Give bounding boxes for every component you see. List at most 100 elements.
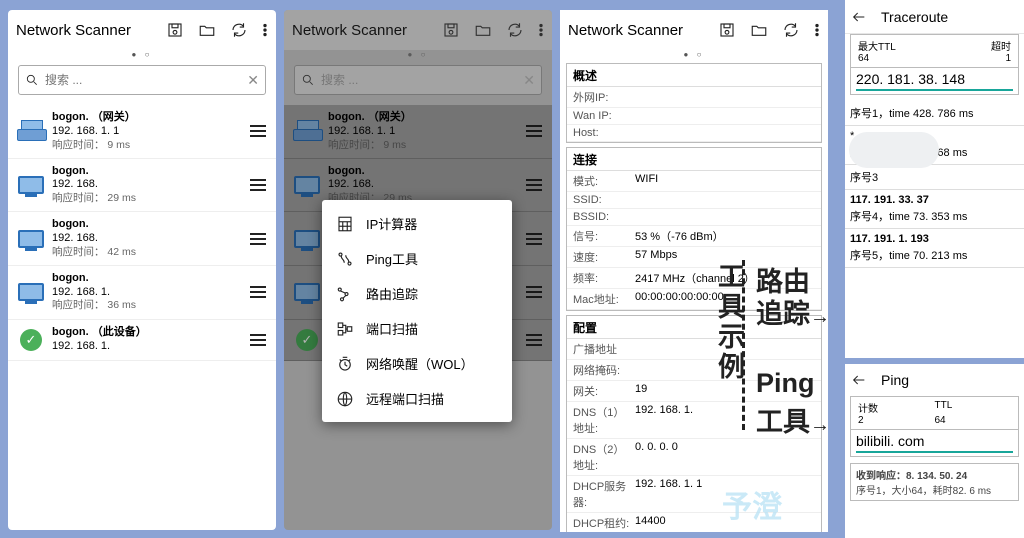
ping-icon — [336, 250, 354, 268]
save-icon[interactable] — [442, 21, 460, 39]
menu-label: 网络唤醒（WOL） — [366, 354, 474, 373]
refresh-icon[interactable] — [506, 21, 524, 39]
section-header: 概述 — [567, 64, 821, 87]
device-text: bogon. （网关）192. 168. 1. 1响应时间： 9 ms — [328, 111, 526, 152]
folder-icon[interactable] — [474, 21, 492, 39]
detail-key: 外网IP: — [573, 89, 635, 105]
device-text: bogon.192. 168.响应时间： 29 ms — [52, 165, 250, 206]
device-row[interactable]: ✓bogon. （此设备）192. 168. 1. — [8, 320, 276, 361]
tools-popup: IP计算器Ping工具路由追踪端口扫描网络唤醒（WOL） 远程端口扫描 — [322, 200, 512, 422]
hamburger-icon[interactable] — [250, 233, 266, 245]
device-row[interactable]: bogon.192. 168.响应时间： 42 ms — [8, 212, 276, 266]
search-input[interactable] — [45, 73, 247, 87]
detail-key: 广播地址 — [573, 341, 635, 357]
hop-row: 序号3 — [845, 165, 1024, 190]
host-value[interactable]: bilibili. com — [856, 433, 1013, 453]
device-icon — [16, 171, 46, 199]
overflow-icon[interactable] — [814, 21, 820, 39]
device-row[interactable]: bogon. （网关）192. 168. 1. 1响应时间： 9 ms — [284, 105, 552, 159]
device-icon: ✓ — [16, 326, 46, 354]
menu-item[interactable]: IP计算器 — [322, 206, 512, 241]
menu-item[interactable]: 路由追踪 — [322, 276, 512, 311]
back-icon[interactable] — [851, 371, 867, 389]
device-row[interactable]: bogon.192. 168. 1.响应时间： 36 ms — [8, 266, 276, 320]
detail-value — [635, 110, 815, 122]
maxttl-value[interactable]: 64 — [858, 53, 935, 64]
detail-row: DHCP服务器:192. 168. 1. 1 — [567, 476, 821, 513]
detail-value — [635, 194, 815, 206]
hamburger-icon[interactable] — [526, 233, 542, 245]
device-row[interactable]: bogon.192. 168.响应时间： 29 ms — [8, 159, 276, 213]
top-bar: Network Scanner — [284, 10, 552, 50]
back-icon[interactable] — [851, 8, 867, 26]
menu-item[interactable]: 网络唤醒（WOL） — [322, 346, 512, 381]
app-title: Network Scanner — [16, 22, 166, 39]
detail-row: 信号:53 %（-76 dBm） — [567, 226, 821, 247]
device-ip: 192. 168. 1. 1 — [52, 125, 250, 139]
traceroute-title: Traceroute — [881, 9, 948, 25]
device-rt: 响应时间： 29 ms — [52, 192, 250, 205]
refresh-icon[interactable] — [230, 21, 248, 39]
save-icon[interactable] — [166, 21, 184, 39]
annotation-trace-b: 追踪→ — [756, 292, 830, 331]
top-bar: Ping — [845, 364, 1024, 396]
device-name: bogon. — [328, 165, 526, 179]
hamburger-icon[interactable] — [250, 125, 266, 137]
annotation-ping-b: 工具→ — [756, 400, 830, 439]
device-rt: 响应时间： 9 ms — [328, 139, 526, 152]
device-icon — [292, 278, 322, 306]
hamburger-icon[interactable] — [526, 286, 542, 298]
detail-key: 网关: — [573, 383, 635, 399]
device-icon — [16, 117, 46, 145]
clear-icon[interactable]: ✕ — [247, 72, 259, 89]
ttl-label: TTL — [935, 400, 1012, 415]
refresh-icon[interactable] — [782, 21, 800, 39]
hamburger-icon[interactable] — [250, 334, 266, 346]
folder-icon[interactable] — [750, 21, 768, 39]
device-name: bogon. — [52, 218, 250, 232]
device-rt: 响应时间： 42 ms — [52, 246, 250, 259]
hamburger-icon[interactable] — [526, 125, 542, 137]
device-name: bogon. — [52, 272, 250, 286]
blur-mask — [849, 132, 939, 168]
clear-icon[interactable]: ✕ — [523, 72, 535, 89]
save-icon[interactable] — [718, 21, 736, 39]
timeout-label: 超时 — [935, 38, 1012, 53]
hamburger-icon[interactable] — [250, 286, 266, 298]
hamburger-icon[interactable] — [526, 334, 542, 346]
ping-host: bilibili. com — [850, 429, 1019, 457]
top-bar: Network Scanner — [8, 10, 276, 50]
scanner-menu-panel: Network Scanner ● ○ ✕ bogon. （网关）192. 16… — [284, 10, 552, 530]
detail-value: WIFI — [635, 173, 815, 189]
ttl-value[interactable]: 64 — [935, 415, 1012, 426]
overflow-icon[interactable] — [262, 21, 268, 39]
detail-key: Host: — [573, 127, 635, 139]
menu-item[interactable]: 远程端口扫描 — [322, 381, 512, 416]
traceroute-panel: Traceroute 最大TTL超时 641 220. 181. 38. 148… — [845, 0, 1024, 358]
overflow-icon[interactable] — [538, 21, 544, 39]
search-input[interactable] — [321, 73, 523, 87]
detail-key: 频率: — [573, 270, 635, 286]
detail-key: 信号: — [573, 228, 635, 244]
device-row[interactable]: bogon. （网关）192. 168. 1. 1响应时间： 9 ms — [8, 105, 276, 159]
calc-icon — [336, 215, 354, 233]
device-ip: 192. 168. — [52, 232, 250, 246]
hamburger-icon[interactable] — [526, 179, 542, 191]
count-value[interactable]: 2 — [858, 415, 935, 426]
hamburger-icon[interactable] — [250, 179, 266, 191]
hop-seq: 序号4，time 73. 353 ms — [850, 207, 1019, 225]
menu-label: 路由追踪 — [366, 284, 418, 303]
detail-key: DHCP服务器: — [573, 478, 635, 510]
menu-item[interactable]: 端口扫描 — [322, 311, 512, 346]
search-box[interactable]: ✕ — [18, 65, 266, 95]
annotation-col1: 工具示例 — [710, 262, 749, 382]
detail-row: DHCP租约:14400 — [567, 513, 821, 532]
ping-params: 计数TTL 264 — [850, 396, 1019, 429]
folder-icon[interactable] — [198, 21, 216, 39]
search-box[interactable]: ✕ — [294, 65, 542, 95]
reply-detail: 序号1，大小64，耗时82. 6 ms — [856, 482, 1013, 497]
host-value[interactable]: 220. 181. 38. 148 — [856, 71, 1013, 91]
menu-item[interactable]: Ping工具 — [322, 241, 512, 276]
detail-row: BSSID: — [567, 209, 821, 226]
timeout-value[interactable]: 1 — [935, 53, 1012, 64]
